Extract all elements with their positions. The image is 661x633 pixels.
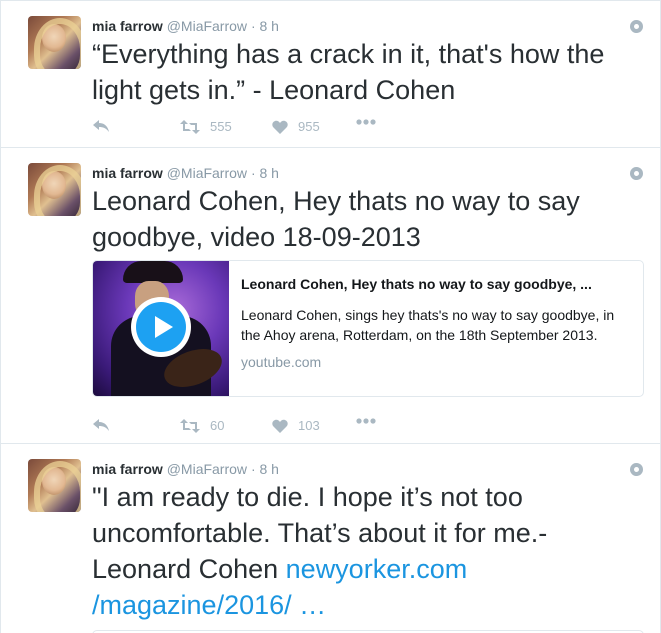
retweet-button[interactable]: 60 (180, 418, 224, 433)
tweet[interactable]: mia farrow @MiaFarrow · 8 h "I am ready … (1, 444, 660, 633)
fullname[interactable]: mia farrow (92, 461, 163, 477)
tweet-text: "I am ready to die. I hope it’s not too … (92, 479, 637, 623)
tweet-actions: 555 955 (92, 119, 492, 139)
retweet-count: 555 (210, 119, 232, 134)
reply-icon (93, 120, 109, 132)
card-body: Leonard Cohen, Hey thats no way to say g… (241, 275, 636, 371)
avatar[interactable] (28, 459, 81, 512)
reply-button[interactable] (92, 418, 110, 432)
reply-button[interactable] (92, 119, 110, 133)
tweet[interactable]: mia farrow @MiaFarrow · 8 h Leonard Cohe… (1, 148, 660, 444)
timestamp[interactable]: 8 h (260, 18, 279, 34)
card-description: Leonard Cohen, sings hey thats's no way … (241, 307, 615, 343)
handle[interactable]: @MiaFarrow (167, 165, 247, 181)
avatar[interactable] (28, 16, 81, 69)
tweet-text: Leonard Cohen, Hey thats no way to say g… (92, 186, 580, 252)
like-button[interactable]: 103 (272, 418, 320, 433)
more-button[interactable] (356, 119, 376, 125)
separator-dot: · (250, 165, 256, 181)
play-icon[interactable] (131, 297, 191, 357)
separator-dot: · (250, 18, 256, 34)
like-count: 103 (298, 418, 320, 433)
card-title[interactable]: Leonard Cohen, Hey thats no way to say g… (241, 275, 636, 293)
timeline: mia farrow @MiaFarrow · 8 h “Everything … (0, 0, 661, 633)
heart-icon (272, 120, 288, 134)
like-count: 955 (298, 119, 320, 134)
heart-icon (272, 419, 288, 433)
handle[interactable]: @MiaFarrow (167, 461, 247, 477)
globe-icon[interactable] (630, 20, 643, 33)
retweet-count: 60 (210, 418, 225, 433)
fullname[interactable]: mia farrow (92, 165, 163, 181)
globe-icon[interactable] (630, 463, 643, 476)
thumbnail-hat (123, 261, 183, 283)
tweet-header: mia farrow @MiaFarrow · 8 h (92, 18, 279, 36)
timestamp[interactable]: 8 h (260, 165, 279, 181)
retweet-icon (180, 418, 200, 433)
more-icon (356, 418, 376, 424)
globe-icon[interactable] (630, 167, 643, 180)
more-button[interactable] (356, 418, 376, 424)
handle[interactable]: @MiaFarrow (167, 18, 247, 34)
tweet-text: “Everything has a crack in it, that's ho… (92, 39, 605, 105)
reply-icon (93, 419, 109, 431)
retweet-icon (180, 119, 200, 134)
link-card[interactable]: Leonard Cohen, Hey thats no way to say g… (92, 260, 644, 397)
play-button-inner (136, 302, 186, 352)
more-icon (356, 119, 376, 125)
tweet[interactable]: mia farrow @MiaFarrow · 8 h “Everything … (1, 0, 660, 148)
tweet-header: mia farrow @MiaFarrow · 8 h (92, 165, 279, 183)
tweet-header: mia farrow @MiaFarrow · 8 h (92, 461, 279, 479)
card-domain: youtube.com (241, 354, 322, 370)
video-thumbnail[interactable] (93, 261, 229, 396)
tweet-actions: 60 103 (92, 418, 492, 438)
retweet-button[interactable]: 555 (180, 119, 232, 134)
fullname[interactable]: mia farrow (92, 18, 163, 34)
timestamp[interactable]: 8 h (260, 461, 279, 477)
like-button[interactable]: 955 (272, 119, 320, 134)
separator-dot: · (250, 461, 256, 477)
avatar[interactable] (28, 163, 81, 216)
